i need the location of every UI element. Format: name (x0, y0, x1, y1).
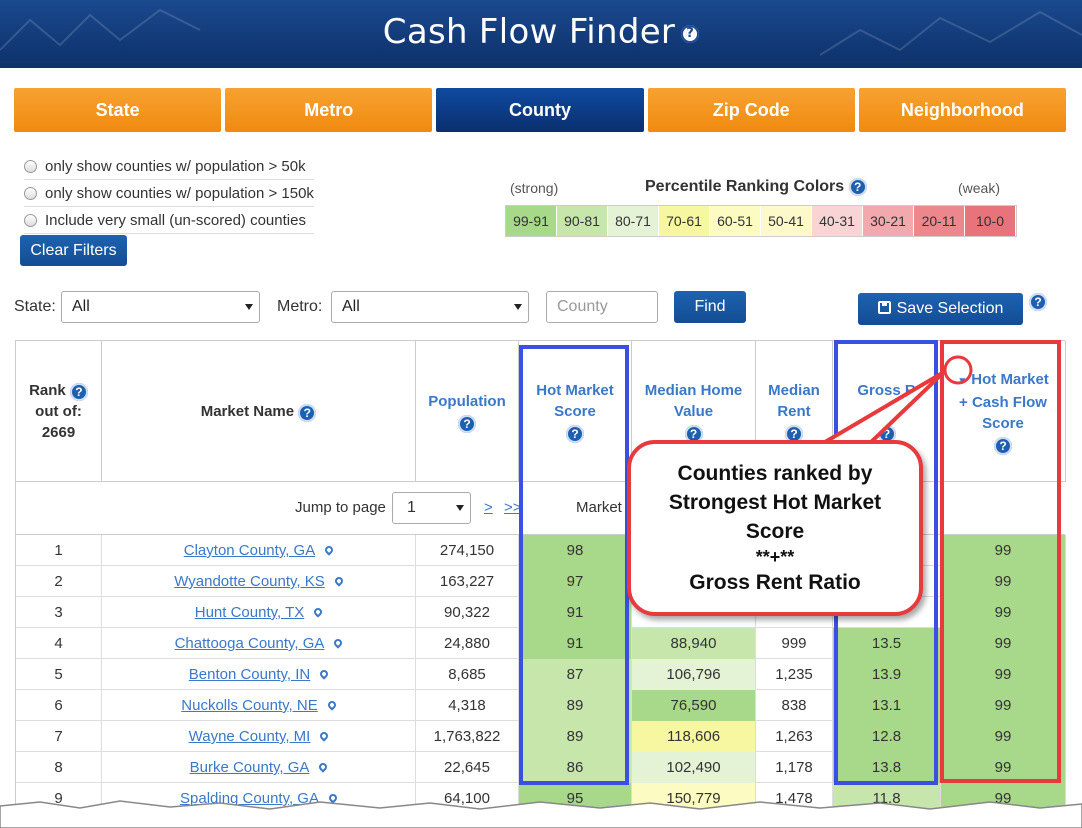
callout-line: Score (745, 520, 805, 543)
torn-edge (0, 800, 1082, 828)
callout-line: **+** (755, 547, 795, 567)
callout-line: Gross Rent Ratio (689, 571, 861, 594)
annotation-callout: Counties ranked by Strongest Hot Market … (627, 440, 923, 616)
callout-line: Counties ranked by (677, 462, 873, 485)
callout-pointer (818, 355, 973, 447)
callout-line: Strongest Hot Market (668, 491, 882, 514)
